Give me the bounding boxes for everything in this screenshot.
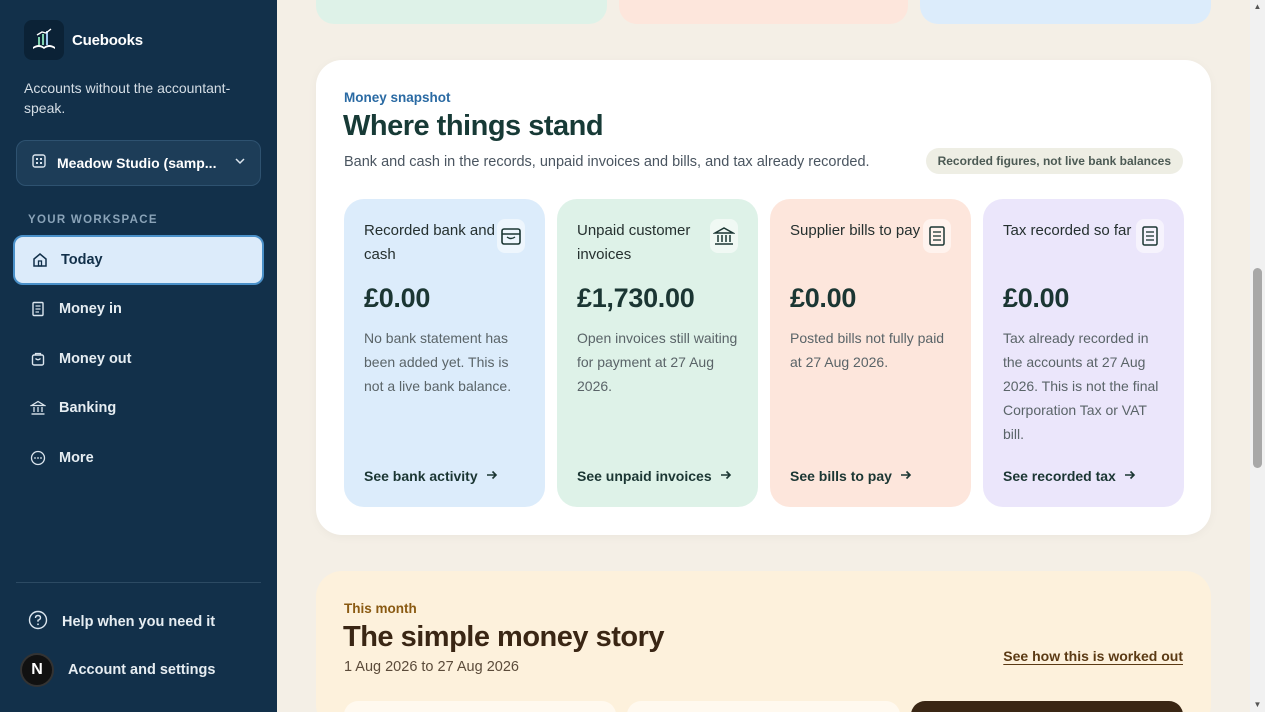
see-unpaid-invoices-link[interactable]: See unpaid invoices [577,468,732,484]
scrollbar[interactable]: ▲ ▼ [1250,0,1265,712]
link-label: See bank activity [364,468,478,484]
sidebar-nav: Today Money in Money out Banking More [13,235,264,482]
sidebar-item-label: Money out [59,350,132,367]
recorded-figures-badge: Recorded figures, not live bank balances [925,148,1183,174]
help-icon [28,610,48,634]
see-how-worked-out-link[interactable]: See how this is worked out [1003,648,1183,664]
unpaid-invoices-card: Unpaid customer invoices £1,730.00 Open … [557,199,758,507]
see-bills-to-pay-link[interactable]: See bills to pay [790,468,912,484]
sidebar-item-today[interactable]: Today [13,235,264,285]
bank-cash-card: Recorded bank and cash £0.00 No bank sta… [344,199,545,507]
arrow-right-icon [900,468,912,484]
main-content: Money snapshot Where things stand Bank a… [277,0,1250,712]
sidebar-item-banking[interactable]: Banking [13,383,264,433]
tax-recorded-card: Tax recorded so far £0.00 Tax already re… [983,199,1184,507]
supplier-bills-card: Supplier bills to pay £0.00 Posted bills… [770,199,971,507]
brand-name: Cuebooks [72,31,143,49]
story-title: The simple money story [343,621,665,653]
sidebar-item-money-in[interactable]: Money in [13,284,264,334]
arrow-right-icon [486,468,498,484]
sidebar-item-label: More [59,449,94,466]
chevron-down-icon [234,154,246,172]
organisation-name: Meadow Studio (samp... [57,155,217,171]
document-icon [29,300,47,318]
card-label: Unpaid customer invoices [577,222,691,263]
card-label: Recorded bank and cash [364,222,495,263]
scroll-up-arrow-icon[interactable]: ▲ [1253,2,1262,12]
organisation-select[interactable]: Meadow Studio (samp... [16,140,261,186]
sidebar-item-money-out[interactable]: Money out [13,334,264,384]
summary-card-top-2 [619,0,908,24]
snapshot-eyebrow: Money snapshot [344,90,451,105]
summary-card-top-3 [920,0,1211,24]
money-story-panel: This month The simple money story 1 Aug … [316,571,1211,712]
card-label: Tax recorded so far [1003,222,1132,239]
bank-icon [29,399,47,417]
card-description: No bank statement has been added yet. Th… [364,330,512,394]
tagline: Accounts without the accountant-speak. [24,80,231,116]
story-date-range: 1 Aug 2026 to 27 Aug 2026 [344,659,519,675]
receipt-icon [923,219,951,253]
link-label: See unpaid invoices [577,468,712,484]
receipt-icon [1136,219,1164,253]
sidebar-item-label: Today [61,252,103,268]
account-label: Account and settings [68,662,216,678]
account-settings-link[interactable]: N Account and settings [20,653,216,687]
see-recorded-tax-link[interactable]: See recorded tax [1003,468,1136,484]
card-amount: £0.00 [364,283,431,313]
wallet-icon [497,219,525,253]
see-bank-activity-link[interactable]: See bank activity [364,468,498,484]
sidebar-item-label: Banking [59,400,117,417]
sidebar-item-more[interactable]: More [13,433,264,483]
workspace-section-label: YOUR WORKSPACE [28,214,158,226]
snapshot-subtitle: Bank and cash in the records, unpaid inv… [344,154,870,170]
story-card-3 [911,701,1183,712]
summary-card-top-1 [316,0,607,24]
card-amount: £1,730.00 [577,283,695,313]
story-eyebrow: This month [344,601,417,616]
card-description: Posted bills not fully paid at 27 Aug 20… [790,330,945,370]
card-description: Tax already recorded in the accounts at … [1003,330,1159,442]
bag-icon [29,350,47,368]
sidebar: Cuebooks Accounts without the accountant… [0,0,277,712]
story-card-2 [627,701,900,712]
building-icon [31,153,47,174]
link-label: See bills to pay [790,468,892,484]
cuebooks-logo-icon [24,20,64,60]
money-snapshot-panel: Money snapshot Where things stand Bank a… [316,60,1211,535]
arrow-right-icon [1124,468,1136,484]
snapshot-cards: Recorded bank and cash £0.00 No bank sta… [344,199,1184,507]
link-label: See recorded tax [1003,468,1116,484]
home-icon [31,251,49,269]
card-description: Open invoices still waiting for payment … [577,330,738,394]
help-label: Help when you need it [62,614,216,630]
story-card-1 [344,701,616,712]
snapshot-title: Where things stand [343,110,604,142]
scrollbar-thumb[interactable] [1253,268,1262,468]
more-icon [29,449,47,467]
scroll-down-arrow-icon[interactable]: ▼ [1253,700,1262,710]
card-amount: £0.00 [790,283,857,313]
card-label: Supplier bills to pay [790,222,921,239]
bank-icon [710,219,738,253]
arrow-right-icon [720,468,732,484]
sidebar-item-label: Money in [59,301,122,318]
avatar: N [20,653,54,687]
sidebar-divider [16,582,261,583]
help-link[interactable]: Help when you need it [28,610,215,634]
card-amount: £0.00 [1003,283,1070,313]
brand[interactable]: Cuebooks [24,20,143,60]
